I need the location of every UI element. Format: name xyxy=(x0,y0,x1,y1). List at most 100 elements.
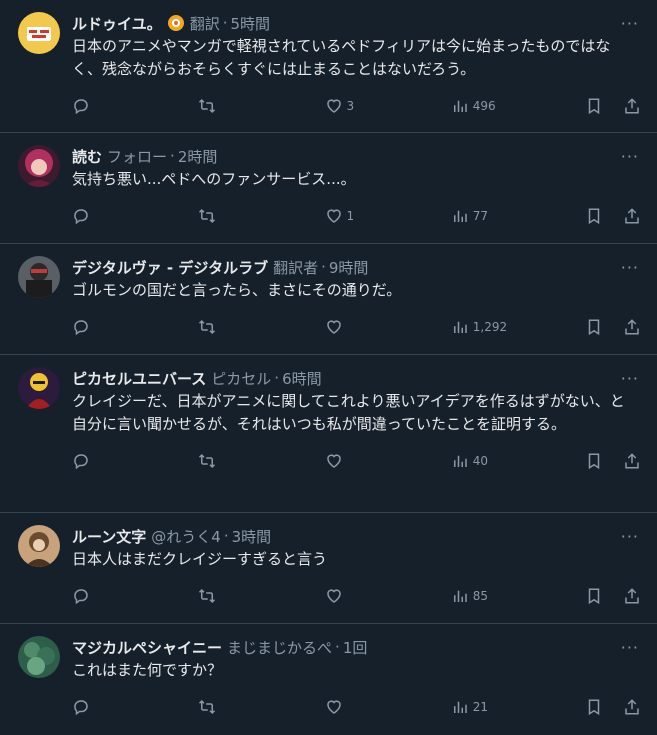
avatar[interactable] xyxy=(18,525,60,567)
reply-button[interactable] xyxy=(72,452,198,470)
reply-button[interactable] xyxy=(72,97,198,115)
separator-dot: · xyxy=(222,14,228,32)
views-button[interactable]: 1,292 xyxy=(451,318,579,336)
view-count: 40 xyxy=(472,454,489,468)
more-options-icon[interactable]: ··· xyxy=(621,638,639,657)
action-bar: 40 xyxy=(72,439,641,483)
repost-icon xyxy=(199,699,216,715)
views-button[interactable]: 496 xyxy=(451,97,579,115)
more-options-icon[interactable]: ··· xyxy=(621,527,639,546)
repost-icon xyxy=(199,588,216,604)
like-button[interactable] xyxy=(325,452,451,470)
avatar[interactable] xyxy=(18,636,60,678)
timestamp[interactable]: 9時間 xyxy=(329,257,369,278)
views-button[interactable]: 40 xyxy=(451,452,579,470)
share-icon[interactable] xyxy=(623,587,641,605)
repost-button[interactable] xyxy=(198,587,324,605)
heart-icon xyxy=(326,589,341,603)
avatar[interactable] xyxy=(18,256,60,298)
analytics-icon xyxy=(453,210,467,222)
more-options-icon[interactable]: ··· xyxy=(621,14,639,33)
like-count: 1 xyxy=(346,209,355,223)
reply-button[interactable] xyxy=(72,698,198,716)
views-button[interactable]: 85 xyxy=(451,587,579,605)
reply-button[interactable] xyxy=(72,318,198,336)
analytics-icon xyxy=(453,701,467,713)
reply-icon xyxy=(74,209,88,225)
like-button[interactable] xyxy=(325,587,451,605)
more-options-icon[interactable]: ··· xyxy=(621,258,639,277)
repost-button[interactable] xyxy=(198,207,324,225)
share-icon[interactable] xyxy=(623,207,641,225)
view-count: 1,292 xyxy=(472,320,508,334)
repost-icon xyxy=(199,208,216,224)
reply-post[interactable]: ルドゥイユ。 翻訳 · 5時間 ··· 日本のアニメやマンガで軽視されているペド… xyxy=(0,0,657,133)
reply-post[interactable]: 読む フォロー · 2時間 ··· 気持ち悪い...ペドへのファンサービス...… xyxy=(0,133,657,244)
separator-dot: · xyxy=(335,638,340,656)
bookmark-icon[interactable] xyxy=(585,97,603,115)
reply-icon xyxy=(74,99,88,115)
heart-icon xyxy=(326,209,341,223)
bookmark-icon[interactable] xyxy=(585,318,603,336)
avatar[interactable] xyxy=(18,12,60,54)
view-count: 77 xyxy=(472,209,489,223)
like-button[interactable]: 3 xyxy=(325,97,451,115)
like-button[interactable] xyxy=(325,698,451,716)
repost-button[interactable] xyxy=(198,452,324,470)
views-button[interactable]: 77 xyxy=(451,207,579,225)
avatar[interactable] xyxy=(18,367,60,409)
heart-icon xyxy=(326,99,341,113)
reply-button[interactable] xyxy=(72,587,198,605)
display-name[interactable]: マジカルペシャイニー xyxy=(72,637,222,658)
views-button[interactable]: 21 xyxy=(451,698,579,716)
bookmark-icon[interactable] xyxy=(585,452,603,470)
reply-post[interactable]: ピカセルユニバース ピカセル · 6時間 ··· クレイジーだ、日本がアニメに関… xyxy=(0,355,657,513)
repost-button[interactable] xyxy=(198,698,324,716)
share-icon[interactable] xyxy=(623,97,641,115)
like-button[interactable]: 1 xyxy=(325,207,451,225)
display-name[interactable]: ピカセルユニバース xyxy=(72,368,206,389)
analytics-icon xyxy=(453,590,467,602)
user-handle[interactable]: 翻訳者 xyxy=(273,257,318,278)
user-handle[interactable]: 翻訳 xyxy=(190,13,220,34)
view-count: 21 xyxy=(472,700,489,714)
share-icon[interactable] xyxy=(623,318,641,336)
more-options-icon[interactable]: ··· xyxy=(621,369,639,388)
reply-button[interactable] xyxy=(72,207,198,225)
timestamp[interactable]: 2時間 xyxy=(178,146,218,167)
user-handle[interactable]: フォロー xyxy=(107,146,167,167)
user-handle[interactable]: @れうく4 xyxy=(151,526,221,547)
timestamp[interactable]: 3時間 xyxy=(232,526,272,547)
reply-post[interactable]: ルーン文字 @れうく4 · 3時間 ··· 日本人はまだクレイジーすぎると言う … xyxy=(0,513,657,624)
display-name[interactable]: ルーン文字 xyxy=(72,526,146,547)
display-name[interactable]: 読む xyxy=(72,146,102,167)
separator-dot: · xyxy=(170,147,175,165)
reply-icon xyxy=(74,589,88,605)
user-handle[interactable]: ピカセル xyxy=(211,368,271,389)
avatar[interactable] xyxy=(18,145,60,187)
timestamp[interactable]: 5時間 xyxy=(231,13,271,34)
analytics-icon xyxy=(453,100,467,112)
bookmark-icon[interactable] xyxy=(585,698,603,716)
reply-post[interactable]: マジカルペシャイニー まじまじかるぺ · 1回 ··· これはまた何ですか？ 2… xyxy=(0,624,657,735)
heart-icon xyxy=(326,320,341,334)
display-name[interactable]: ルドゥイユ。 xyxy=(72,13,162,34)
repost-button[interactable] xyxy=(198,318,324,336)
reply-post[interactable]: デジタルヴァ - デジタルラブ 翻訳者 · 9時間 ··· ゴルモンの国だと言っ… xyxy=(0,244,657,355)
share-icon[interactable] xyxy=(623,452,641,470)
display-name[interactable]: デジタルヴァ - デジタルラブ xyxy=(72,257,268,278)
heart-icon xyxy=(326,454,341,468)
bookmark-icon[interactable] xyxy=(585,207,603,225)
more-options-icon[interactable]: ··· xyxy=(621,147,639,166)
post-text: クレイジーだ、日本がアニメに関してこれより悪いアイデアを作るはずがない、と自分に… xyxy=(72,392,625,433)
repost-button[interactable] xyxy=(198,97,324,115)
user-handle[interactable]: まじまじかるぺ xyxy=(227,637,332,658)
reply-icon xyxy=(74,320,88,336)
bookmark-icon[interactable] xyxy=(585,587,603,605)
reply-feed: ルドゥイユ。 翻訳 · 5時間 ··· 日本のアニメやマンガで軽視されているペド… xyxy=(0,0,657,735)
share-icon[interactable] xyxy=(623,698,641,716)
like-button[interactable] xyxy=(325,318,451,336)
timestamp[interactable]: 1回 xyxy=(343,637,368,658)
timestamp[interactable]: 6時間 xyxy=(282,368,322,389)
action-bar: 1 77 xyxy=(72,194,641,238)
